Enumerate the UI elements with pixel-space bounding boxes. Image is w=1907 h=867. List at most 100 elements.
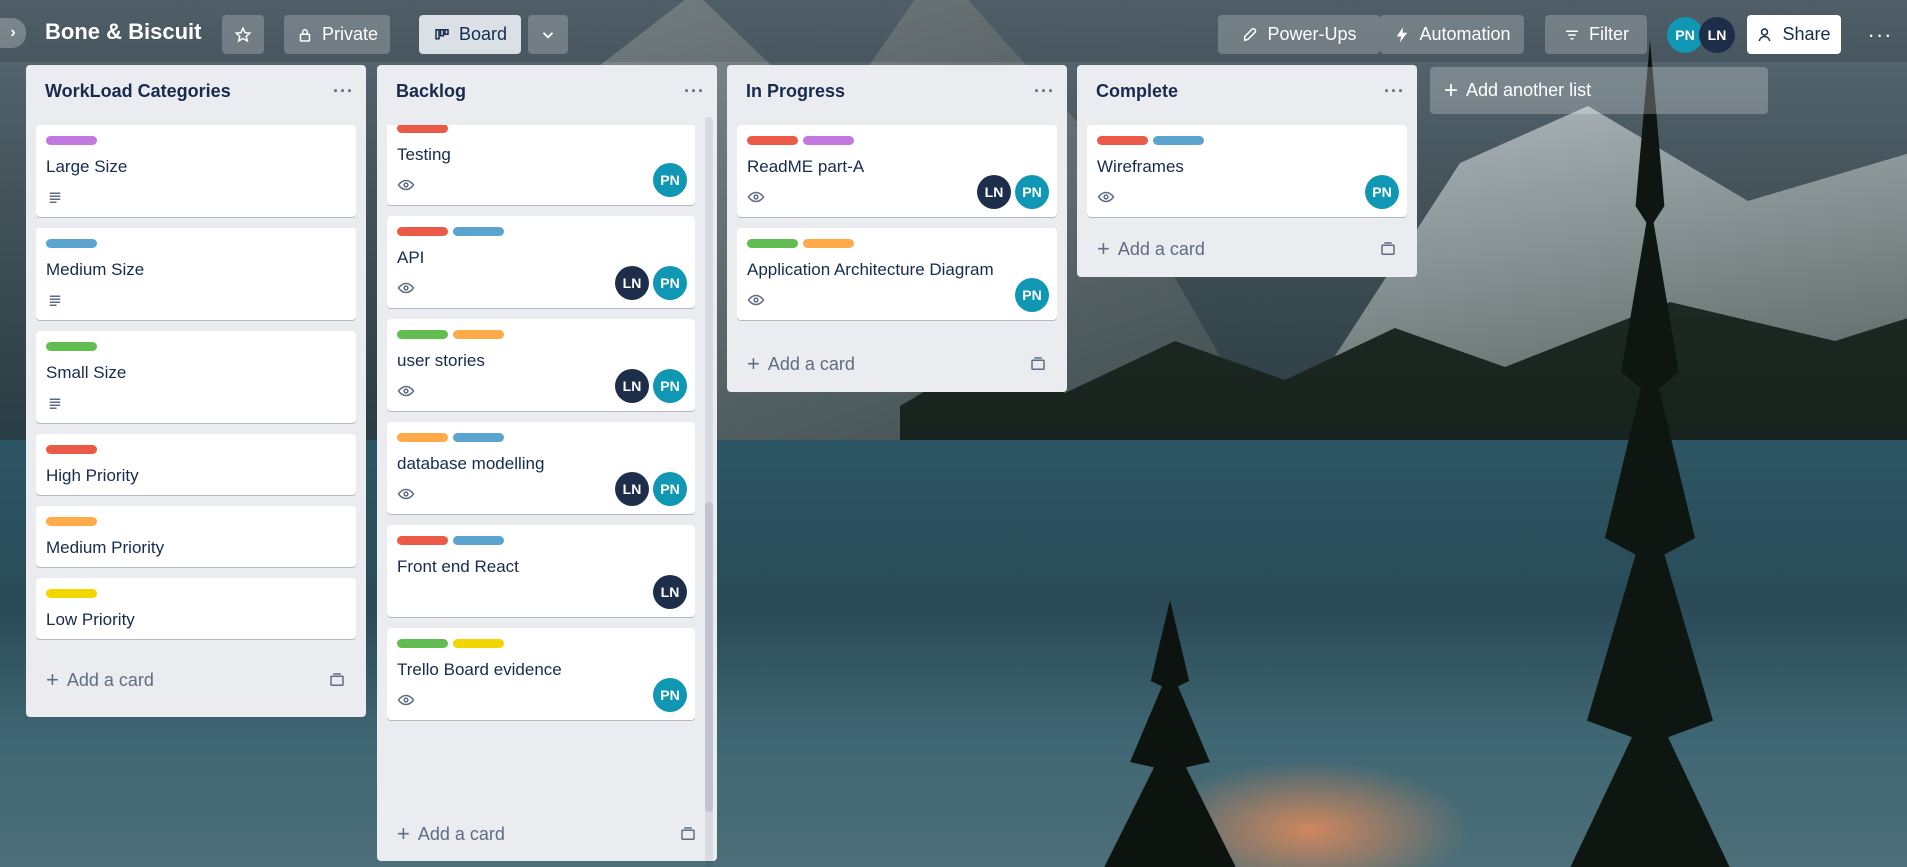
- visibility-button[interactable]: Private: [284, 15, 390, 54]
- avatar[interactable]: PN: [1015, 278, 1049, 312]
- star-button[interactable]: [222, 15, 264, 54]
- label-orange[interactable]: [453, 330, 504, 339]
- add-card-button[interactable]: + Add a card: [36, 661, 356, 699]
- card-labels[interactable]: [397, 125, 685, 133]
- card[interactable]: Low Priority: [36, 578, 356, 639]
- label-green[interactable]: [46, 342, 97, 351]
- card[interactable]: Application Architecture Diagram PN: [737, 228, 1057, 320]
- card[interactable]: database modelling LN PN: [387, 422, 695, 514]
- add-card-button[interactable]: + Add a card: [387, 815, 707, 853]
- card-template-icon[interactable]: [679, 825, 697, 843]
- list-menu-button[interactable]: ···: [333, 81, 354, 102]
- list-title[interactable]: Complete: [1096, 81, 1384, 102]
- card[interactable]: user stories LN PN: [387, 319, 695, 411]
- avatar[interactable]: LN: [1699, 17, 1735, 53]
- card-labels[interactable]: [46, 342, 346, 351]
- power-ups-button[interactable]: Power-Ups: [1218, 15, 1380, 54]
- label-red[interactable]: [397, 227, 448, 236]
- label-red[interactable]: [397, 125, 448, 133]
- card-labels[interactable]: [397, 536, 685, 545]
- board-menu-button[interactable]: ···: [1858, 15, 1902, 54]
- card[interactable]: Medium Priority: [36, 506, 356, 567]
- label-purple[interactable]: [803, 136, 854, 145]
- avatar[interactable]: LN: [615, 472, 649, 506]
- label-blue[interactable]: [1153, 136, 1204, 145]
- label-green[interactable]: [747, 239, 798, 248]
- avatar[interactable]: PN: [1015, 175, 1049, 209]
- avatar[interactable]: PN: [653, 472, 687, 506]
- list-header[interactable]: Complete ···: [1077, 65, 1417, 117]
- card-labels[interactable]: [397, 433, 685, 442]
- card[interactable]: Small Size: [36, 331, 356, 423]
- card[interactable]: ReadME part-A LN PN: [737, 125, 1057, 217]
- scrollbar-thumb[interactable]: [705, 502, 713, 812]
- card-labels[interactable]: [397, 639, 685, 648]
- avatar[interactable]: LN: [977, 175, 1011, 209]
- board-title[interactable]: Bone & Biscuit: [45, 19, 201, 45]
- label-red[interactable]: [1097, 136, 1148, 145]
- label-orange[interactable]: [397, 433, 448, 442]
- card[interactable]: Medium Size: [36, 228, 356, 320]
- label-blue[interactable]: [46, 239, 97, 248]
- list-title[interactable]: In Progress: [746, 81, 1034, 102]
- label-yellow[interactable]: [453, 639, 504, 648]
- card[interactable]: Testing PN: [387, 125, 695, 205]
- label-blue[interactable]: [453, 227, 504, 236]
- list-menu-button[interactable]: ···: [684, 81, 705, 102]
- avatar[interactable]: PN: [653, 163, 687, 197]
- label-blue[interactable]: [453, 433, 504, 442]
- sidebar-expand-button[interactable]: ›: [0, 18, 26, 48]
- card-labels[interactable]: [747, 239, 1047, 248]
- list-header[interactable]: WorkLoad Categories ···: [26, 65, 366, 117]
- share-button[interactable]: Share: [1747, 15, 1841, 54]
- label-yellow[interactable]: [46, 589, 97, 598]
- label-green[interactable]: [397, 639, 448, 648]
- label-green[interactable]: [397, 330, 448, 339]
- card[interactable]: High Priority: [36, 434, 356, 495]
- card-labels[interactable]: [46, 589, 346, 598]
- list-header[interactable]: In Progress ···: [727, 65, 1067, 117]
- avatar[interactable]: PN: [653, 266, 687, 300]
- board-view-button[interactable]: Board: [419, 15, 521, 54]
- avatar[interactable]: PN: [653, 369, 687, 403]
- label-red[interactable]: [397, 536, 448, 545]
- avatar[interactable]: PN: [1667, 17, 1703, 53]
- card[interactable]: Trello Board evidence PN: [387, 628, 695, 720]
- add-card-button[interactable]: + Add a card: [1087, 230, 1407, 268]
- filter-button[interactable]: Filter: [1545, 15, 1647, 54]
- avatar[interactable]: PN: [653, 678, 687, 712]
- label-red[interactable]: [46, 445, 97, 454]
- list-menu-button[interactable]: ···: [1384, 81, 1405, 102]
- view-switcher-button[interactable]: [528, 15, 568, 54]
- label-orange[interactable]: [803, 239, 854, 248]
- list-title[interactable]: Backlog: [396, 81, 684, 102]
- card-labels[interactable]: [46, 136, 346, 145]
- card[interactable]: Wireframes PN: [1087, 125, 1407, 217]
- automation-button[interactable]: Automation: [1380, 15, 1524, 54]
- card-labels[interactable]: [46, 517, 346, 526]
- avatar[interactable]: PN: [1365, 175, 1399, 209]
- card-template-icon[interactable]: [1029, 355, 1047, 373]
- label-orange[interactable]: [46, 517, 97, 526]
- label-red[interactable]: [747, 136, 798, 145]
- scrollbar[interactable]: [705, 117, 713, 867]
- card-template-icon[interactable]: [328, 671, 346, 689]
- card-labels[interactable]: [46, 239, 346, 248]
- card-labels[interactable]: [747, 136, 1047, 145]
- card-labels[interactable]: [397, 227, 685, 236]
- avatar[interactable]: LN: [653, 575, 687, 609]
- add-list-button[interactable]: + Add another list: [1430, 67, 1768, 114]
- card-labels[interactable]: [1097, 136, 1397, 145]
- card-labels[interactable]: [46, 445, 346, 454]
- avatar[interactable]: LN: [615, 266, 649, 300]
- add-card-button[interactable]: + Add a card: [737, 345, 1057, 383]
- card-labels[interactable]: [397, 330, 685, 339]
- label-blue[interactable]: [453, 536, 504, 545]
- list-header[interactable]: Backlog ···: [377, 65, 717, 117]
- card[interactable]: Large Size: [36, 125, 356, 217]
- avatar[interactable]: LN: [615, 369, 649, 403]
- list-menu-button[interactable]: ···: [1034, 81, 1055, 102]
- card-template-icon[interactable]: [1379, 240, 1397, 258]
- label-purple[interactable]: [46, 136, 97, 145]
- card[interactable]: Front end React LN: [387, 525, 695, 617]
